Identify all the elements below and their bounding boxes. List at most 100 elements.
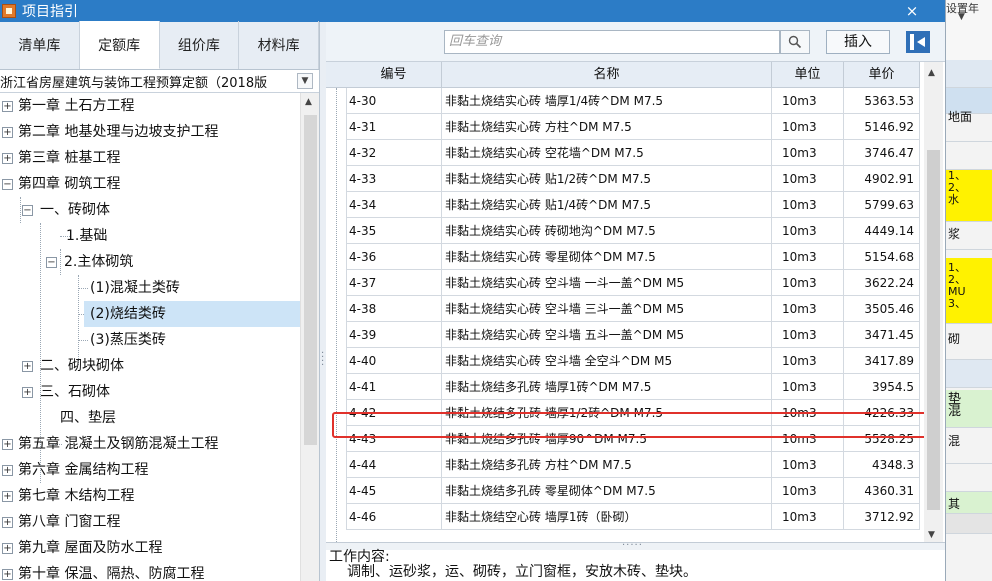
expand-icon[interactable]: + [2,543,13,554]
expand-icon[interactable]: + [2,127,13,138]
window-title: 项目指引 [22,4,78,20]
column-header-price[interactable]: 单价 [844,62,920,88]
row-name: 非黏土烧结实心砖 方柱^DM M7.5 [442,114,772,140]
tree-node[interactable]: 1.基础 [0,223,300,249]
tree-scrollbar[interactable]: ▲ [300,93,319,581]
row-price: 4360.31 [844,478,920,504]
tree-node[interactable]: + 第二章 地基处理与边坡支护工程 [0,119,300,145]
expand-icon[interactable]: + [2,465,13,476]
expand-icon[interactable]: + [22,361,33,372]
table-row[interactable]: 4-41 非黏土烧结多孔砖 墙厚1砖^DM M7.5 10m3 3954.5 [326,374,920,400]
row-code: 4-34 [346,192,442,218]
collapse-icon[interactable]: − [22,205,33,216]
row-code: 4-30 [346,88,442,114]
row-unit: 10m3 [772,88,844,114]
tree-node[interactable]: − 一、砖砌体 [0,197,300,223]
row-name: 非黏土烧结多孔砖 方柱^DM M7.5 [442,452,772,478]
table-row[interactable]: 4-44 非黏土烧结多孔砖 方柱^DM M7.5 10m3 4348.3 [326,452,920,478]
tree-node[interactable]: + 第五章 混凝土及钢筋混凝土工程 [0,431,300,457]
horizontal-splitter[interactable]: ····· [326,540,945,551]
table-row[interactable]: 4-36 非黏土烧结实心砖 零星砌体^DM M7.5 10m3 5154.68 [326,244,920,270]
expand-icon[interactable]: + [2,491,13,502]
background-cell: 地面 [946,102,992,142]
column-header-code[interactable]: 编号 [326,62,442,88]
tree-node-label: 第一章 土石方工程 [18,98,135,114]
tree-node[interactable]: 四、垫层 [0,405,300,431]
chevron-down-icon[interactable]: ▼ [958,12,965,22]
search-button[interactable] [780,30,810,54]
background-app: 设置年 ▼ 地面 1、 2、 水 浆 1、 2、 MU 3、 砌 垫 混 混 其 [945,0,992,581]
tab-quota-library[interactable]: 定额库 [79,21,160,69]
tree-node[interactable]: (1)混凝土类砖 [0,275,300,301]
table-row[interactable]: 4-40 非黏土烧结实心砖 空斗墙 全空斗^DM M5 10m3 3417.89 [326,348,920,374]
background-cell: 其 [946,492,992,514]
close-icon[interactable]: × [901,1,923,21]
row-price: 5146.92 [844,114,920,140]
tree-node[interactable]: + 第七章 木结构工程 [0,483,300,509]
tree-node-label: 三、石砌体 [40,384,110,400]
library-select[interactable]: 浙江省房屋建筑与装饰工程预算定额（2018版 ▼ [0,70,319,93]
row-name: 非黏土烧结实心砖 空斗墙 一斗一盖^DM M5 [442,270,772,296]
expand-icon[interactable]: + [2,517,13,528]
row-price: 5799.63 [844,192,920,218]
collapse-icon[interactable]: − [2,179,13,190]
tree-node[interactable]: + 第三章 桩基工程 [0,145,300,171]
scrollbar-thumb[interactable] [304,115,317,445]
tree-node[interactable]: − 2.主体砌筑 [0,249,300,275]
table-scrollbar[interactable]: ▲ ▼ [924,62,943,542]
scroll-up-icon[interactable]: ▲ [305,97,312,107]
tree-node[interactable]: (3)蒸压类砖 [0,327,300,353]
work-content-label: 工作内容: [329,549,390,565]
collapse-icon[interactable]: − [46,257,57,268]
table-row[interactable]: 4-39 非黏土烧结实心砖 空斗墙 五斗一盖^DM M5 10m3 3471.45 [326,322,920,348]
table-row[interactable]: 4-30 非黏土烧结实心砖 墙厚1/4砖^DM M7.5 10m3 5363.53 [326,88,920,114]
tree-node[interactable]: + 第八章 门窗工程 [0,509,300,535]
column-header-unit[interactable]: 单位 [772,62,844,88]
tree-node-label: 第八章 门窗工程 [18,514,121,530]
scroll-down-icon[interactable]: ▼ [928,530,935,540]
tree-node[interactable]: + 二、砌块砌体 [0,353,300,379]
chevron-down-icon[interactable]: ▼ [297,73,313,89]
row-code: 4-46 [346,504,442,530]
table-row[interactable]: 4-34 非黏土烧结实心砖 贴1/4砖^DM M7.5 10m3 5799.63 [326,192,920,218]
expand-icon[interactable]: + [2,101,13,112]
table-row[interactable]: 4-38 非黏土烧结实心砖 空斗墙 三斗一盖^DM M5 10m3 3505.46 [326,296,920,322]
tab-pricing-library[interactable]: 组价库 [160,21,240,69]
tree-node-selected[interactable]: (2)烧结类砖 [84,301,300,327]
background-cell: 1、 2、 水 [946,170,992,222]
tree-node-label: (3)蒸压类砖 [90,332,166,348]
tab-material-library[interactable]: 材料库 [239,21,319,69]
table-row[interactable]: 4-33 非黏土烧结实心砖 贴1/2砖^DM M7.5 10m3 4902.91 [326,166,920,192]
table-row[interactable]: 4-31 非黏土烧结实心砖 方柱^DM M7.5 10m3 5146.92 [326,114,920,140]
table-row[interactable]: 4-45 非黏土烧结多孔砖 零星砌体^DM M7.5 10m3 4360.31 [326,478,920,504]
row-price: 3954.5 [844,374,920,400]
table-row[interactable]: 4-32 非黏土烧结实心砖 空花墙^DM M7.5 10m3 3746.47 [326,140,920,166]
table-row[interactable]: 4-46 非黏土烧结空心砖 墙厚1砖（卧砌） 10m3 3712.92 [326,504,920,530]
scrollbar-thumb[interactable] [927,150,940,510]
table-row[interactable]: 4-37 非黏土烧结实心砖 空斗墙 一斗一盖^DM M5 10m3 3622.24 [326,270,920,296]
tree-node[interactable]: + 三、石砌体 [0,379,300,405]
insert-button[interactable]: 插入 [826,30,890,54]
scroll-up-icon[interactable]: ▲ [928,68,935,78]
row-unit: 10m3 [772,478,844,504]
expand-icon[interactable]: + [22,387,33,398]
expand-icon[interactable]: + [2,439,13,450]
background-cell [946,360,992,388]
tree-node[interactable]: + 第一章 土石方工程 [0,93,300,119]
tree-node[interactable]: + 第十章 保温、隔热、防腐工程 [0,561,300,581]
dock-panel-icon[interactable] [906,31,930,53]
row-name: 非黏土烧结实心砖 空斗墙 三斗一盖^DM M5 [442,296,772,322]
row-code: 4-44 [346,452,442,478]
tab-bill-library[interactable]: 清单库 [0,21,80,69]
row-price: 5363.53 [844,88,920,114]
tree-node[interactable]: + 第九章 屋面及防水工程 [0,535,300,561]
expand-icon[interactable]: + [2,569,13,580]
tree-node-label: 一、砖砌体 [40,202,110,218]
tree-node[interactable]: − 第四章 砌筑工程 [0,171,300,197]
tree-node[interactable]: + 第六章 金属结构工程 [0,457,300,483]
table-row[interactable]: 4-35 非黏土烧结实心砖 砖砌地沟^DM M7.5 10m3 4449.14 [326,218,920,244]
expand-icon[interactable]: + [2,153,13,164]
row-name: 非黏土烧结实心砖 空斗墙 五斗一盖^DM M5 [442,322,772,348]
search-input[interactable]: 回车查询 [444,30,780,54]
column-header-name[interactable]: 名称 [442,62,772,88]
